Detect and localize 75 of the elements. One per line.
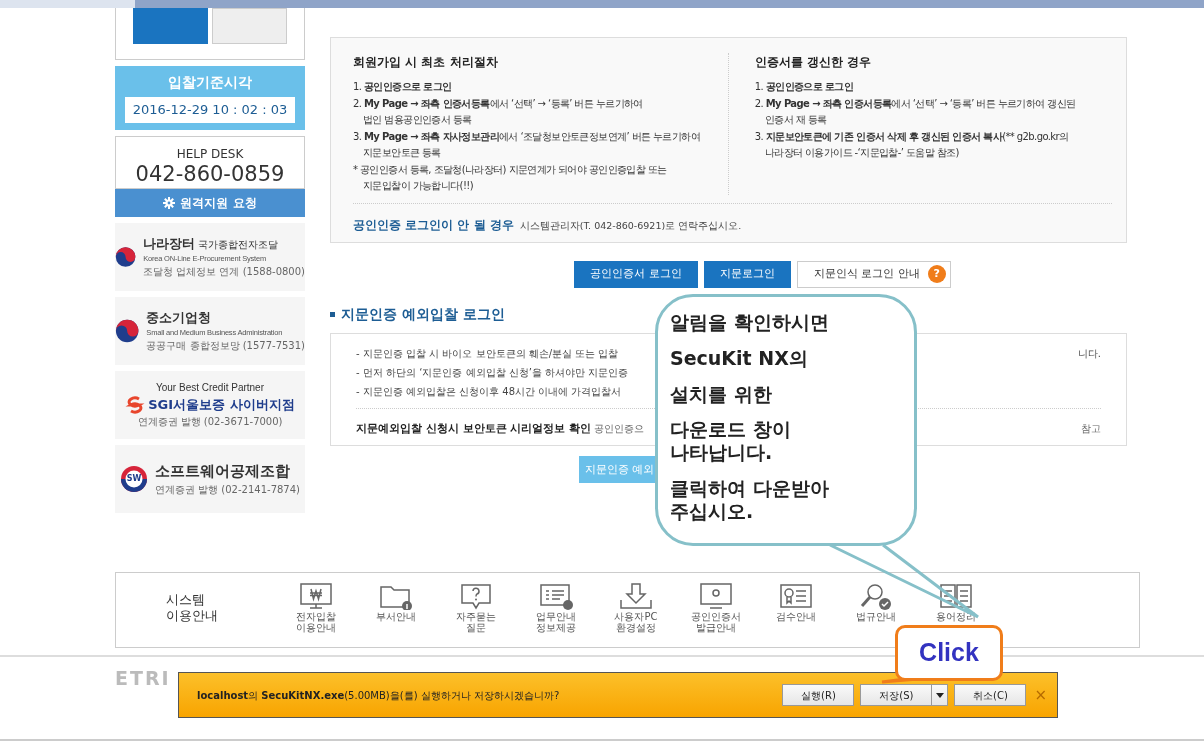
- download-message: localhost의 SecuKitNX.exe(5.00MB)을(를) 실행하거나 저장하시겠습니까?: [197, 688, 561, 703]
- guide-title: 시스템 이용안내: [166, 592, 219, 624]
- guide-label[interactable]: 부서안내: [376, 611, 416, 622]
- time-title: 입찰기준시각: [167, 73, 253, 92]
- guide-icon[interactable]: [538, 582, 574, 610]
- guide-label[interactable]: 공인인증서 발급안내: [691, 611, 741, 633]
- serial-title: 지문예외입찰 신청시 보안토큰 시리얼정보 확인: [356, 420, 592, 437]
- callout-text: 다운로드 창이 나타납니다.: [670, 418, 792, 464]
- helpdesk-phone: 042-860-0859: [134, 162, 286, 186]
- info-step: 2. My Page → 좌측 인증서등록에서 ‘선택’ → ‘등록’ 버튼 누르기하여 갱신된 인증서 재 등록: [754, 95, 1108, 129]
- notice-text: 니다.: [1077, 346, 1101, 361]
- guide-icon[interactable]: [298, 582, 334, 610]
- guide-icon[interactable]: [938, 582, 974, 610]
- login-button[interactable]: 지문로그인: [703, 260, 791, 288]
- gear-icon: [163, 196, 176, 209]
- note-title: 공인인증 로그인이 안 될 경우: [353, 216, 514, 234]
- partner-tag: 국가종합전자조달: [197, 236, 278, 252]
- dropdown-button[interactable]: [932, 684, 949, 706]
- partner-info: 공공구매 종합정보망 (1577-7531): [146, 339, 305, 354]
- cancel-button[interactable]: 취소(C): [954, 684, 1027, 706]
- partner-card[interactable]: Your Best Credit Partner SGI서울보증 사이버지점 연계증권 발행 (02-3671-7000): [115, 370, 305, 439]
- guide-label[interactable]: 자주묻는 질문: [456, 611, 496, 633]
- partner-name: SGI서울보증 사이버지점: [148, 395, 295, 414]
- serial-text: 공인인증으: [594, 421, 645, 436]
- guide-icon[interactable]: [618, 582, 654, 610]
- info-step: * 공인인증서 등록, 조달청(나라장터) 지문연계가 되어야 공인인증입찰 또는 지문입찰이 가능합니다(!!): [353, 161, 724, 195]
- partner-name: 중소기업청: [146, 308, 213, 327]
- guide-icon[interactable]: [458, 582, 494, 610]
- callout-text: 클릭하여 다운받아 주십시오.: [670, 477, 830, 523]
- notice-text: - 지문인증 입찰 시 바이오 보안토큰의 훼손/분실 또는 입찰: [356, 346, 619, 361]
- guide-button[interactable]: 지문인식 로그인 안내 ?: [796, 260, 951, 288]
- helpdesk-title: HELP DESK: [175, 145, 245, 163]
- guide-icon[interactable]: [858, 582, 894, 610]
- partner-info: 조달청 업체정보 연계 (1588-0800): [143, 265, 305, 280]
- logo-text: SW: [125, 473, 143, 484]
- caret-icon: [935, 692, 944, 698]
- click-tooltip: Click: [895, 625, 1003, 681]
- info-step: 1. 공인인증으로 로그인: [754, 79, 1108, 96]
- guide-label[interactable]: 업무안내 정보제공: [536, 611, 576, 633]
- partner-card[interactable]: SW 소프트웨어공제조합 연계증권 발행 (02-2141-7874): [115, 444, 305, 513]
- note-text: 시스템관리자(T. 042-860-6921)로 연락주십시오.: [519, 218, 742, 233]
- notice-text: - 먼저 하단의 ‘지문인증 예외입찰 신청’을 하셔야만 지문인증: [356, 365, 629, 380]
- callout-text: SecuKit NX의: [670, 346, 809, 370]
- guide-icon[interactable]: [698, 582, 734, 610]
- guide-label[interactable]: 전자입찰 이용안내: [296, 611, 336, 633]
- guide-icon[interactable]: [778, 582, 814, 610]
- time-value: 2016-12-29 10 : 02 : 03: [125, 97, 295, 123]
- bullet-icon: [330, 311, 335, 317]
- guide-label[interactable]: 용어정리: [936, 611, 976, 622]
- login-button[interactable]: 공인인증서 로그인: [574, 260, 698, 288]
- callout-text: 설치를 위한: [670, 382, 773, 406]
- callout-text: 알림을 확인하시면: [670, 311, 830, 334]
- partner-info: 연계증권 발행 (02-2141-7874): [155, 483, 300, 498]
- info-step: 2. My Page → 좌측 인증서등록에서 ‘선택’ → ‘등록’ 버튼 누르기하여 법인 범용공인인증서 등록: [353, 95, 724, 129]
- guide-label[interactable]: 법규안내: [856, 611, 896, 622]
- info-title: 인증서를 갱신한 경우: [754, 54, 873, 71]
- info-step: 1. 공인인증으로 로그인: [353, 79, 724, 96]
- partner-name: 소프트웨어공제조합: [155, 460, 291, 482]
- notice-text: - 지문인증 예외입찰은 신청이후 48시간 이내에 가격입찰서: [356, 384, 622, 399]
- serial-text: 참고: [1081, 421, 1101, 436]
- run-button[interactable]: 실행(R): [782, 684, 855, 706]
- partner-tag: Your Best Credit Partner: [125, 379, 295, 395]
- circle-logo-icon: [115, 317, 140, 344]
- section-title: 지문인증 예외입찰 로그인: [341, 304, 505, 324]
- circle-logo-icon: [120, 464, 148, 493]
- info-step: 3. 지문보안토큰에 기존 인증서 삭제 후 갱신된 인증서 복사(** g2b.go.kr의 나라장터 이용가이드 -‘지문입찰-’ 도움말 참조): [754, 128, 1108, 162]
- partner-name: 나라장터: [143, 234, 196, 253]
- info-title: 회원가입 시 최초 처리절차: [353, 54, 499, 71]
- partner-info: 연계증권 발행 (02-3671-7000): [136, 415, 284, 430]
- guide-label[interactable]: 검수안내: [776, 611, 816, 622]
- s-logo-icon: [125, 395, 146, 414]
- info-step: 3. My Page → 좌측 자사정보관리에서 ‘조달청보안토큰정보연계’ 버튼 누르기하여 지문보안토큰 등록: [353, 128, 724, 162]
- guide-label[interactable]: 사용자PC 환경설정: [614, 611, 658, 633]
- save-button[interactable]: 저장(S): [860, 684, 933, 706]
- logo-text: ETRI: [115, 666, 171, 691]
